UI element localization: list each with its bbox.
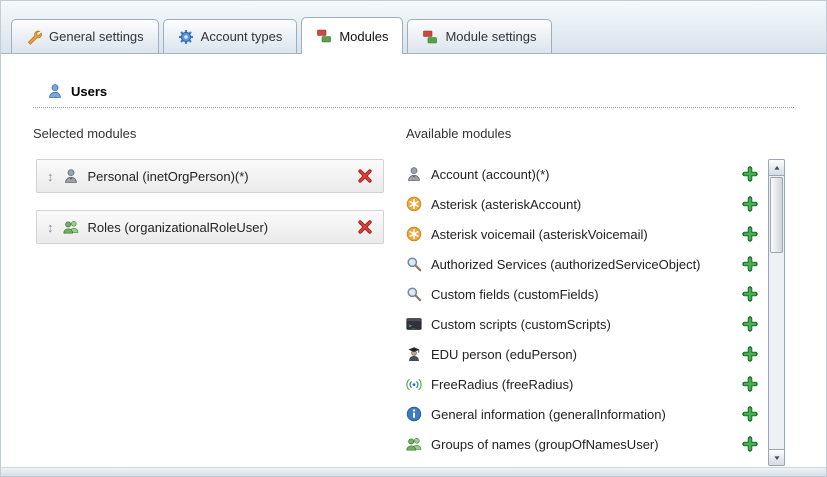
tab-label: Module settings — [445, 29, 536, 44]
scroll-down-button[interactable] — [769, 449, 784, 465]
tab-general-settings[interactable]: General settings — [11, 19, 159, 53]
add-module-button[interactable] — [742, 286, 758, 302]
bottom-strip — [1, 467, 826, 476]
available-module-row: Account (account)(*) — [406, 159, 758, 189]
selected-modules-list: ↕ Personal (inetOrgPerson)(*) ↕ Roles (orga… — [33, 159, 406, 244]
add-icon — [742, 286, 758, 302]
add-icon — [742, 346, 758, 362]
available-module-row: EDU person (eduPerson) — [406, 339, 758, 369]
add-icon — [742, 376, 758, 392]
users-icon — [47, 83, 63, 99]
available-module-label: Asterisk voicemail (asteriskVoicemail) — [431, 227, 648, 242]
available-module-row: Groups of names (groupOfNamesUser) — [406, 429, 758, 459]
tab-account-types[interactable]: Account types — [163, 19, 298, 53]
group-icon — [63, 219, 79, 235]
available-module-row: Custom fields (customFields) — [406, 279, 758, 309]
add-module-button[interactable] — [742, 406, 758, 422]
add-module-button[interactable] — [742, 196, 758, 212]
add-module-button[interactable] — [742, 166, 758, 182]
arrow-down-icon — [773, 454, 781, 462]
add-icon — [742, 436, 758, 452]
tab-label: Modules — [339, 29, 388, 44]
available-module-row: Asterisk voicemail (asteriskVoicemail) — [406, 219, 758, 249]
modules-icon — [422, 29, 438, 45]
tab-label: Account types — [201, 29, 283, 44]
available-module-row: FreeRadius (freeRadius) — [406, 369, 758, 399]
drag-handle-icon[interactable]: ↕ — [47, 170, 54, 183]
selected-module-row: ↕ Roles (organizationalRoleUser) — [36, 210, 384, 244]
available-module-row: Asterisk (asteriskAccount) — [406, 189, 758, 219]
section-title: Users — [71, 84, 107, 99]
group-icon — [406, 436, 422, 452]
tab-label: General settings — [49, 29, 144, 44]
radius-icon — [406, 376, 422, 392]
svg-text:>_: >_ — [409, 323, 416, 329]
person-icon — [406, 166, 422, 182]
add-icon — [742, 256, 758, 272]
arrow-up-icon — [773, 164, 781, 172]
add-module-button[interactable] — [742, 256, 758, 272]
asterisk-icon — [406, 196, 422, 212]
info-icon — [406, 406, 422, 422]
add-module-button[interactable] — [742, 376, 758, 392]
available-module-label: EDU person (eduPerson) — [431, 347, 577, 362]
add-icon — [742, 226, 758, 242]
add-icon — [742, 316, 758, 332]
scrollbar-track[interactable] — [769, 176, 784, 449]
tab-modules[interactable]: Modules — [301, 17, 403, 54]
add-module-button[interactable] — [742, 226, 758, 242]
available-module-row: >_ Custom scripts (customScripts) — [406, 309, 758, 339]
search-icon — [406, 256, 422, 272]
add-icon — [742, 406, 758, 422]
add-module-button[interactable] — [742, 346, 758, 362]
content-panel: Users Selected modules ↕ Personal (inetOr… — [1, 55, 826, 469]
available-module-label: Authorized Services (authorizedServiceOb… — [431, 257, 701, 272]
tools-icon — [26, 29, 42, 45]
add-icon — [742, 166, 758, 182]
selected-modules-column: Selected modules ↕ Personal (inetOrgPerso… — [33, 126, 406, 466]
available-module-label: General information (generalInformation) — [431, 407, 666, 422]
scrollbar-thumb[interactable] — [770, 177, 783, 253]
modules-icon — [316, 28, 332, 44]
available-module-label: Groups of names (groupOfNamesUser) — [431, 437, 659, 452]
add-module-button[interactable] — [742, 436, 758, 452]
drag-handle-icon[interactable]: ↕ — [47, 221, 54, 234]
selected-module-label: Personal (inetOrgPerson)(*) — [88, 169, 249, 184]
available-module-label: Account (account)(*) — [431, 167, 550, 182]
asterisk-icon — [406, 226, 422, 242]
add-icon — [742, 196, 758, 212]
available-modules-list: Account (account)(*) Asterisk (asteriskAc… — [406, 159, 758, 459]
selected-modules-heading: Selected modules — [33, 126, 406, 141]
scrollbar[interactable] — [768, 159, 785, 466]
available-module-label: Custom fields (customFields) — [431, 287, 599, 302]
tab-bar: General settings Account types Modules Modu… — [1, 1, 826, 54]
selected-module-label: Roles (organizationalRoleUser) — [88, 220, 269, 235]
available-module-label: Asterisk (asteriskAccount) — [431, 197, 581, 212]
modules-columns: Selected modules ↕ Personal (inetOrgPerso… — [33, 126, 794, 466]
selected-module-row: ↕ Personal (inetOrgPerson)(*) — [36, 159, 384, 193]
section-heading: Users — [33, 55, 794, 99]
tab-module-settings[interactable]: Module settings — [407, 19, 551, 53]
remove-module-button[interactable] — [357, 219, 373, 235]
lam-configuration-page: General settings Account types Modules Modu… — [0, 0, 827, 477]
available-modules-wrap: Account (account)(*) Asterisk (asteriskAc… — [406, 159, 794, 466]
available-modules-heading: Available modules — [406, 126, 794, 141]
delete-icon — [357, 219, 373, 235]
script-icon: >_ — [406, 316, 422, 332]
available-module-label: Custom scripts (customScripts) — [431, 317, 611, 332]
delete-icon — [357, 168, 373, 184]
available-module-row: General information (generalInformation) — [406, 399, 758, 429]
gear-icon — [178, 29, 194, 45]
available-modules-column: Available modules Account (account)(*) As… — [406, 126, 794, 466]
search-icon — [406, 286, 422, 302]
remove-module-button[interactable] — [357, 168, 373, 184]
add-module-button[interactable] — [742, 316, 758, 332]
dotted-divider — [33, 107, 794, 108]
available-module-label: FreeRadius (freeRadius) — [431, 377, 573, 392]
available-module-row: Authorized Services (authorizedServiceOb… — [406, 249, 758, 279]
scroll-up-button[interactable] — [769, 160, 784, 176]
person-icon — [63, 168, 79, 184]
edu-icon — [406, 346, 422, 362]
